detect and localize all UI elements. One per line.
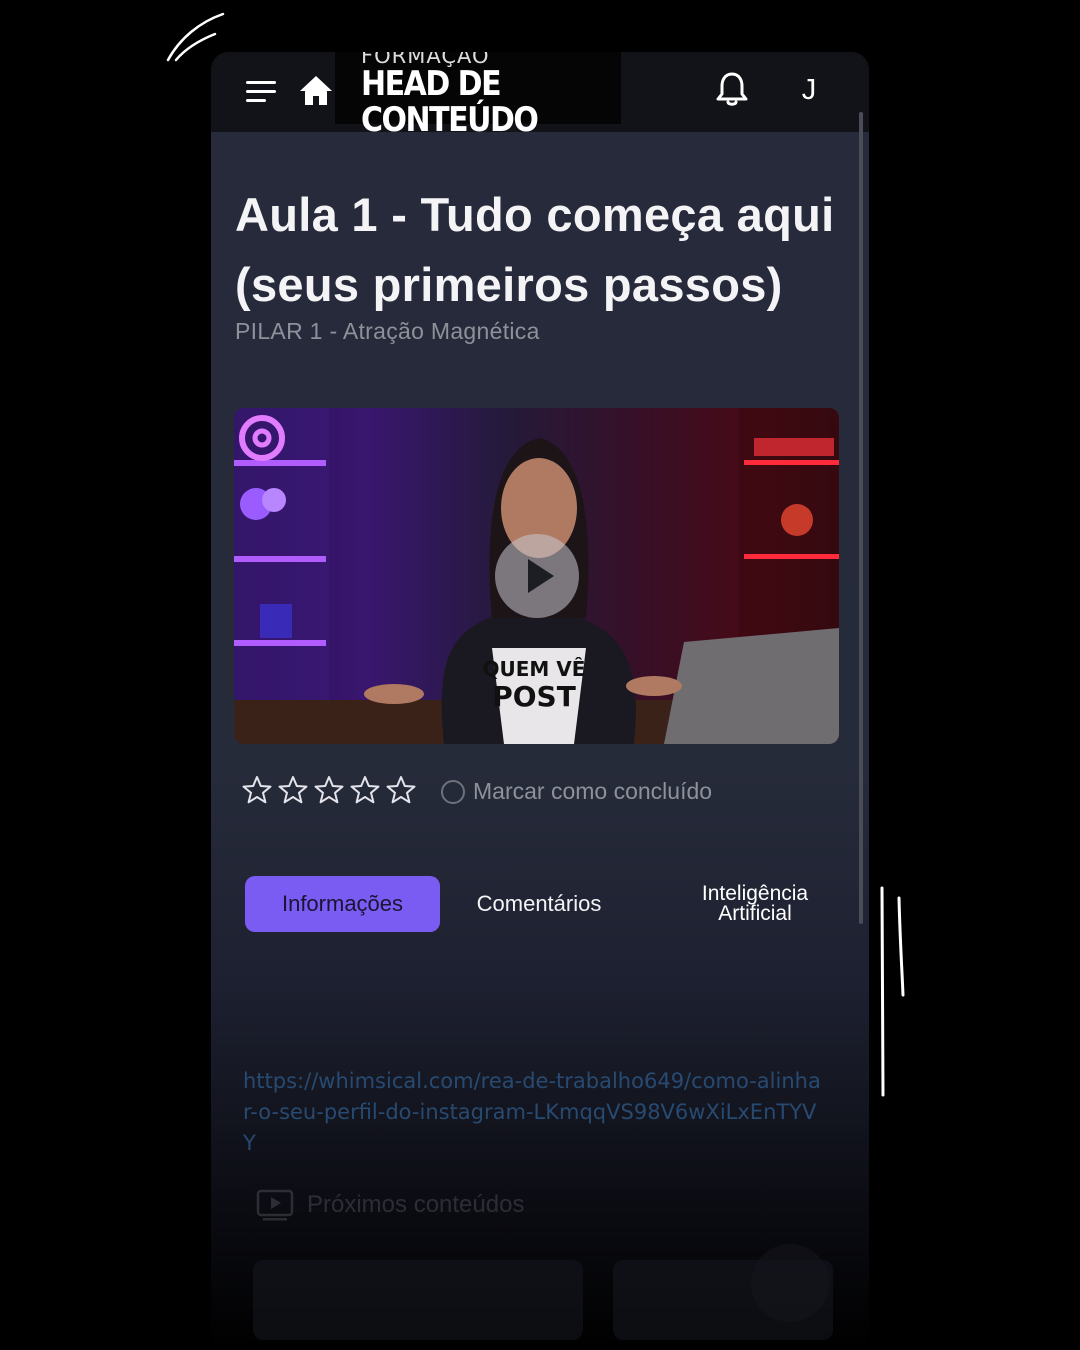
scrollbar[interactable] bbox=[859, 112, 863, 924]
play-icon[interactable] bbox=[495, 534, 579, 618]
logo-main-text: HEAD DE CONTEÚDO bbox=[361, 64, 539, 140]
radio-icon[interactable] bbox=[441, 779, 465, 804]
tab-comentarios[interactable]: Comentários bbox=[459, 876, 619, 932]
lesson-module: PILAR 1 - Atração Magnética bbox=[235, 318, 540, 344]
user-avatar[interactable]: J bbox=[791, 70, 827, 110]
resource-link[interactable]: https://whimsical.com/rea-de-trabalho649… bbox=[243, 1066, 823, 1159]
next-contents-label: Próximos conteúdos bbox=[307, 1191, 525, 1218]
star-icon[interactable] bbox=[241, 774, 273, 806]
lesson-tabs: Informações Comentários Inteligência Art… bbox=[245, 876, 845, 932]
tab-informacoes[interactable]: Informações bbox=[245, 876, 440, 932]
video-player[interactable]: QUEM VÊ POST bbox=[234, 408, 839, 744]
menu-icon[interactable] bbox=[243, 74, 279, 110]
star-icon[interactable] bbox=[385, 774, 417, 806]
bell-icon[interactable] bbox=[715, 70, 749, 108]
next-contents-header: Próximos conteúdos bbox=[255, 1188, 524, 1222]
shirt-text: QUEM VÊ bbox=[483, 657, 586, 681]
lesson-screen: FORMAÇÃO HEAD DE CONTEÚDO J Aula 1 - Tud… bbox=[211, 52, 869, 1350]
star-rating bbox=[241, 774, 417, 806]
home-icon[interactable] bbox=[297, 72, 335, 110]
mark-complete-label: Marcar como concluído bbox=[473, 778, 713, 804]
star-icon[interactable] bbox=[313, 774, 345, 806]
lesson-title: Aula 1 - Tudo começa aqui (seus primeiro… bbox=[235, 188, 835, 311]
tab-inteligencia-artificial[interactable]: Inteligência Artificial bbox=[665, 876, 845, 932]
star-icon[interactable] bbox=[277, 774, 309, 806]
mark-complete-toggle[interactable]: Marcar como concluído bbox=[441, 778, 712, 805]
star-icon[interactable] bbox=[349, 774, 381, 806]
shirt-text: POST bbox=[492, 680, 576, 713]
decorative-strokes bbox=[880, 886, 905, 1097]
top-navbar: FORMAÇÃO HEAD DE CONTEÚDO J bbox=[211, 52, 869, 138]
video-playlist-icon bbox=[256, 1189, 294, 1221]
brand-logo[interactable]: FORMAÇÃO HEAD DE CONTEÚDO bbox=[335, 52, 621, 138]
chat-icon[interactable] bbox=[751, 1244, 829, 1322]
next-content-card[interactable] bbox=[253, 1260, 583, 1340]
